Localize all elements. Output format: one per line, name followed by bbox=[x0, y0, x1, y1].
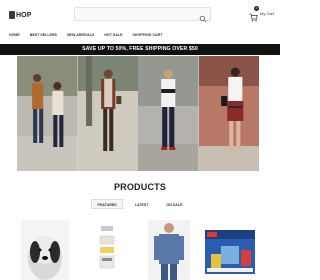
cart-button[interactable]: 0 My Cart bbox=[249, 6, 274, 22]
product-card-4[interactable] bbox=[203, 220, 257, 280]
product-tabs: Featured Latest On Sale bbox=[0, 199, 280, 209]
main-nav: Home Best Sellers New Arrivals Hot Sale … bbox=[9, 33, 162, 41]
product-card-2[interactable] bbox=[96, 220, 120, 280]
nav-new-arrivals[interactable]: New Arrivals bbox=[67, 33, 94, 41]
cart-icon: 0 bbox=[249, 6, 259, 22]
tab-featured[interactable]: Featured bbox=[91, 199, 123, 209]
cart-label: My Cart bbox=[260, 11, 274, 16]
products-title: PRODUCTS bbox=[113, 182, 167, 192]
promo-banner: SAVE UP TO 50%, FREE SHIPPING OVER $50 bbox=[0, 44, 280, 55]
search-input[interactable] bbox=[75, 14, 195, 26]
hero-image-1 bbox=[17, 56, 78, 171]
logo[interactable]: HOP bbox=[9, 11, 31, 19]
tab-latest[interactable]: Latest bbox=[129, 199, 155, 209]
product-image-dog bbox=[21, 220, 69, 280]
product-card-1[interactable] bbox=[21, 220, 69, 280]
hero-banner[interactable] bbox=[17, 56, 259, 171]
search-bar bbox=[74, 7, 211, 26]
hero-image-3 bbox=[138, 56, 199, 171]
product-card-3[interactable] bbox=[148, 220, 190, 280]
nav-shopping-cart[interactable]: Shopping Cart bbox=[132, 33, 162, 41]
page: HOP 0 My Cart Home bbox=[0, 0, 280, 280]
header: HOP 0 My Cart bbox=[0, 0, 280, 32]
hero-image-4 bbox=[198, 56, 259, 171]
hero-image-2 bbox=[77, 56, 138, 171]
nav-hot-sale[interactable]: Hot Sale bbox=[104, 33, 122, 41]
tab-on-sale[interactable]: On Sale bbox=[161, 199, 189, 209]
logo-text: HOP bbox=[16, 11, 32, 19]
nav-home[interactable]: Home bbox=[9, 33, 20, 41]
nav-best-sellers[interactable]: Best Sellers bbox=[30, 33, 57, 41]
search-icon[interactable] bbox=[199, 10, 207, 23]
product-image-toy-box bbox=[203, 220, 257, 280]
cart-count-badge: 0 bbox=[254, 6, 259, 11]
product-image-cards bbox=[96, 220, 120, 280]
shopping-bag-icon bbox=[9, 11, 15, 19]
product-image-sweater bbox=[148, 220, 190, 280]
